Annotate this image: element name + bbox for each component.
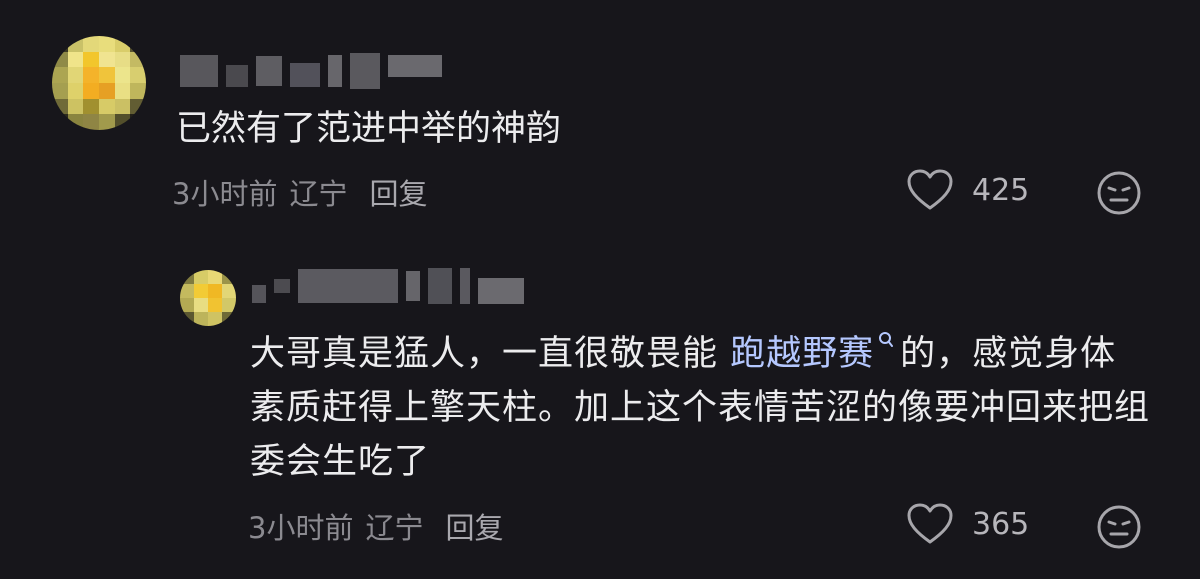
- redaction-block: [460, 268, 470, 304]
- redaction-block: [428, 268, 452, 304]
- reply-comment: 大哥真是猛人，一直很敬畏能 跑越野赛 的，感觉身体素质赶得上擎天柱。加上这个表情苦…: [0, 250, 1200, 579]
- redaction-block: [478, 278, 524, 304]
- comment-time: 3小时前: [248, 511, 354, 545]
- redaction-block: [406, 271, 420, 301]
- reply-button[interactable]: 回复: [445, 505, 503, 547]
- heart-icon: [907, 503, 953, 544]
- search-link[interactable]: 跑越野赛: [730, 334, 874, 374]
- avatar-mosaic: [180, 270, 236, 326]
- heart-icon: [907, 169, 953, 210]
- username-redacted[interactable]: [180, 52, 450, 90]
- avatar[interactable]: [180, 270, 236, 326]
- comment-time: 3小时前: [172, 177, 278, 211]
- comment-text: 已然有了范进中举的神韵: [176, 109, 562, 149]
- comment-text: 大哥真是猛人，一直很敬畏能 跑越野赛 的，感觉身体素质赶得上擎天柱。加上这个表情苦…: [250, 327, 1150, 489]
- redaction-block: [350, 53, 380, 89]
- redaction-block: [328, 55, 342, 87]
- redaction-block: [180, 55, 218, 87]
- like-count: 425: [972, 172, 1030, 208]
- redaction-block: [226, 65, 248, 87]
- like-button[interactable]: 365: [906, 502, 1029, 546]
- like-count: 365: [972, 506, 1030, 542]
- username-redacted[interactable]: [252, 266, 532, 306]
- comment-region: 辽宁: [289, 177, 348, 211]
- avatar[interactable]: [52, 36, 146, 130]
- redaction-block: [274, 279, 290, 293]
- redaction-block: [298, 269, 398, 303]
- search-icon[interactable]: [878, 311, 894, 365]
- comment-meta: 3小时前 辽宁 回复: [172, 170, 427, 214]
- redaction-block: [388, 55, 442, 77]
- avatar-mosaic: [52, 36, 146, 130]
- comment-text-part: 大哥真是猛人，一直很敬畏能: [250, 334, 731, 374]
- redaction-block: [252, 285, 266, 303]
- redaction-block: [256, 56, 282, 86]
- expressionless-face-icon: [1097, 505, 1141, 549]
- comment-region: 辽宁: [365, 511, 424, 545]
- dislike-button[interactable]: [1096, 504, 1142, 554]
- comment: 已然有了范进中举的神韵 3小时前 辽宁 回复 425: [0, 0, 1200, 250]
- comment-meta: 3小时前 辽宁 回复: [248, 504, 503, 548]
- like-button[interactable]: 425: [906, 168, 1029, 212]
- dislike-button[interactable]: [1096, 170, 1142, 220]
- reply-button[interactable]: 回复: [369, 171, 427, 213]
- redaction-block: [290, 63, 320, 87]
- expressionless-face-icon: [1097, 171, 1141, 215]
